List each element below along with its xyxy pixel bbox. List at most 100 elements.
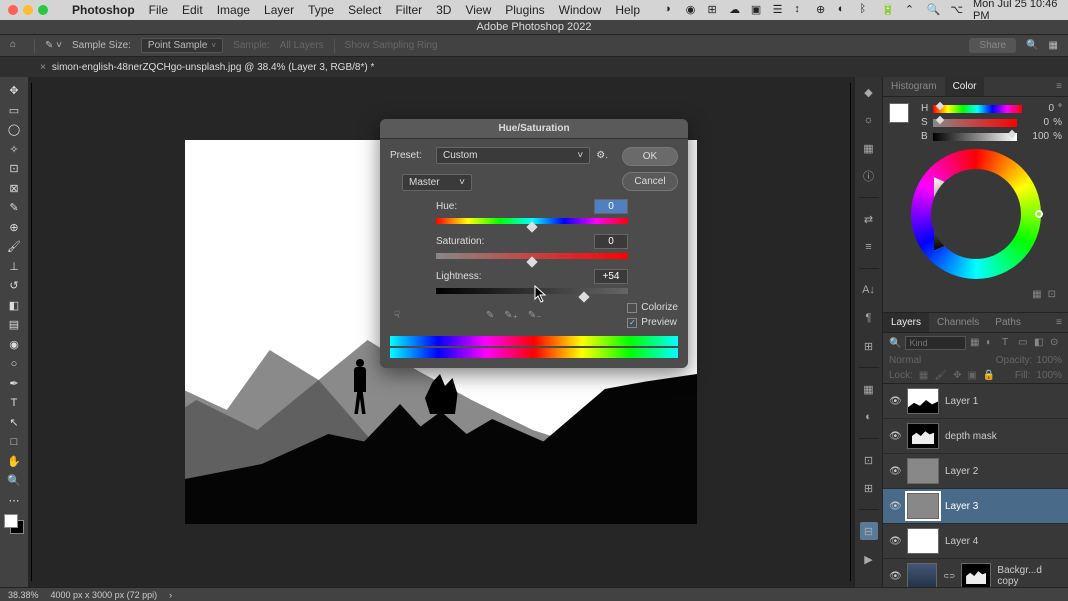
zoom-tool[interactable]: 🔍 [2, 471, 26, 491]
hue-saturation-dialog[interactable]: Hue/Saturation OK Cancel Preset: Custom˅… [380, 119, 688, 368]
layer-row[interactable]: 👁 Layer 2 [883, 454, 1068, 489]
visibility-icon[interactable]: 👁 [889, 396, 901, 407]
visibility-icon[interactable]: 👁 [889, 536, 901, 547]
status-icon[interactable]: ☁ [729, 3, 741, 17]
menu-3d[interactable]: 3D [436, 3, 451, 17]
hand-tool[interactable]: ✋ [2, 452, 26, 472]
menu-type[interactable]: Type [308, 3, 334, 17]
clock[interactable]: Mon Jul 25 10:46 PM [973, 0, 1060, 22]
path-tool[interactable]: ↖ [2, 413, 26, 433]
gradient-tool[interactable]: ▤ [2, 315, 26, 335]
marquee-tool[interactable]: ▭ [2, 101, 26, 121]
panel-icon[interactable]: ≡ [860, 238, 878, 256]
search-icon[interactable]: 🔍 [927, 3, 941, 17]
layer-thumbnail[interactable] [907, 388, 939, 414]
cancel-button[interactable]: Cancel [622, 172, 678, 191]
bri-slider[interactable] [933, 133, 1017, 141]
layer-thumbnail[interactable] [907, 493, 939, 519]
blend-mode-select[interactable]: Normal [889, 355, 992, 366]
lock-pixels-icon[interactable]: 🖌 [934, 370, 947, 381]
layer-row[interactable]: 👁 Layer 1 [883, 384, 1068, 419]
preset-gear-icon[interactable]: ⚙. [596, 150, 608, 161]
visibility-icon[interactable]: 👁 [889, 466, 901, 477]
document-tab[interactable]: × simon-english-48nerZQCHgo-unsplash.jpg… [40, 62, 374, 73]
visibility-icon[interactable]: 👁 [889, 501, 901, 512]
panel-icon[interactable]: ▦ [860, 139, 878, 157]
lock-all-icon[interactable]: 🔒 [983, 370, 995, 381]
hue-input[interactable]: 0 [594, 199, 628, 214]
layer-name[interactable]: Backgr...d copy [997, 565, 1062, 587]
home-icon[interactable]: ⌂ [10, 39, 24, 53]
layer-name[interactable]: depth mask [945, 431, 997, 442]
layer-thumbnail[interactable] [907, 458, 939, 484]
filter-toggle-icon[interactable]: ⊙ [1050, 337, 1062, 349]
zoom-window-icon[interactable] [38, 5, 48, 15]
layer-name[interactable]: Layer 4 [945, 536, 978, 547]
channel-select[interactable]: Master˅ [402, 174, 472, 191]
layer-name[interactable]: Layer 2 [945, 466, 978, 477]
panel-menu-icon[interactable]: ≡ [1050, 313, 1068, 332]
panel-icon[interactable]: ⊡ [860, 451, 878, 469]
heal-tool[interactable]: ⊕ [2, 218, 26, 238]
control-center-icon[interactable]: ⌥ [950, 3, 963, 17]
search-icon[interactable]: 🔍 [1026, 40, 1038, 51]
filter-pixel-icon[interactable]: ▦ [970, 337, 982, 349]
layer-row[interactable]: 👁 depth mask [883, 419, 1068, 454]
filter-smart-icon[interactable]: ◧ [1034, 337, 1046, 349]
tool-preset-icon[interactable]: ✎ ˅ [45, 40, 62, 51]
share-button[interactable]: Share [969, 38, 1016, 53]
window-traffic-lights[interactable] [8, 5, 48, 15]
wand-tool[interactable]: ✧ [2, 140, 26, 160]
eraser-tool[interactable]: ◧ [2, 296, 26, 316]
panel-icon[interactable]: A↓ [860, 281, 878, 299]
bri-value[interactable]: 100 [1021, 131, 1049, 142]
status-icon[interactable]: ☰ [773, 3, 785, 17]
wifi-icon[interactable]: ⌃ [905, 3, 917, 17]
lock-position-icon[interactable]: ✥ [953, 370, 961, 381]
status-icon[interactable]: ⊞ [707, 3, 719, 17]
lasso-tool[interactable]: ◯ [2, 120, 26, 140]
close-tab-icon[interactable]: × [40, 62, 46, 73]
menu-help[interactable]: Help [615, 3, 640, 17]
layer-thumbnail[interactable] [907, 423, 939, 449]
color-swatch[interactable] [889, 103, 909, 123]
lightness-input[interactable]: +54 [594, 269, 628, 284]
filter-shape-icon[interactable]: ▭ [1018, 337, 1030, 349]
close-window-icon[interactable] [8, 5, 18, 15]
zoom-percent[interactable]: 38.38% [8, 590, 39, 600]
hue-slider[interactable] [436, 218, 628, 224]
workspace-icon[interactable]: ▦ [1049, 40, 1058, 51]
panel-icon[interactable]: ¶ [860, 309, 878, 327]
opacity-value[interactable]: 100% [1036, 355, 1062, 366]
panel-icon[interactable]: ⊟ [860, 522, 878, 540]
eyedropper-icon[interactable]: ✎ [486, 310, 494, 321]
panel-icon[interactable]: ⓘ [860, 167, 878, 185]
doc-info[interactable]: 4000 px x 3000 px (72 ppi) [51, 590, 158, 600]
visibility-icon[interactable]: 👁 [889, 431, 901, 442]
panel-icon[interactable]: ◐ [860, 408, 878, 426]
panel-menu-icon[interactable]: ≡ [1050, 77, 1068, 96]
pen-tool[interactable]: ✒ [2, 374, 26, 394]
eyedropper-subtract-icon[interactable]: ✎₋ [528, 310, 542, 321]
menu-plugins[interactable]: Plugins [505, 3, 544, 17]
battery-icon[interactable]: 🔋 [881, 3, 895, 17]
sat-value[interactable]: 0 [1021, 117, 1049, 128]
panel-icon[interactable]: ⇄ [860, 210, 878, 228]
type-tool[interactable]: T [2, 393, 26, 413]
tab-channels[interactable]: Channels [929, 313, 987, 332]
panel-icon[interactable]: ⊞ [860, 337, 878, 355]
move-tool[interactable]: ✥ [2, 81, 26, 101]
shape-tool[interactable]: □ [2, 432, 26, 452]
menu-select[interactable]: Select [348, 3, 381, 17]
layer-row[interactable]: 👁 Layer 4 [883, 524, 1068, 559]
lock-nest-icon[interactable]: ▣ [967, 370, 976, 381]
status-icon[interactable]: ◑ [664, 3, 676, 17]
layer-thumbnail[interactable] [907, 563, 937, 589]
lightness-slider[interactable] [436, 288, 628, 294]
history-brush-tool[interactable]: ↺ [2, 276, 26, 296]
filter-type-icon[interactable]: T [1002, 337, 1014, 349]
bluetooth-icon[interactable]: ᛒ [859, 3, 871, 17]
layer-filter-input[interactable] [905, 336, 966, 350]
status-icon[interactable]: ◐ [838, 3, 850, 17]
color-wheel[interactable] [889, 145, 1062, 287]
